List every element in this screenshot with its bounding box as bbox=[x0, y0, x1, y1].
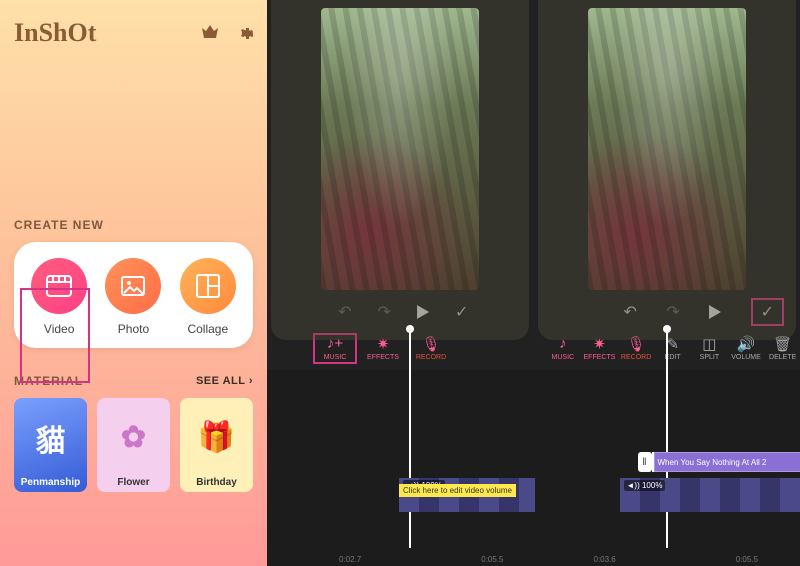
play-icon[interactable] bbox=[417, 305, 429, 319]
audio-clip-handle[interactable]: ‖ bbox=[638, 452, 652, 472]
create-collage-label: Collage bbox=[187, 322, 228, 336]
tool-effects[interactable]: ✷ EFFECTS bbox=[582, 336, 617, 361]
material-penmanship[interactable]: 貓 Penmanship bbox=[14, 398, 87, 492]
crown-icon[interactable] bbox=[201, 25, 219, 41]
playhead[interactable] bbox=[666, 328, 668, 548]
time-marks: 0:02.7 0:05.5 bbox=[339, 555, 504, 564]
tool-volume[interactable]: 🔊 VOLUME bbox=[729, 336, 764, 361]
volume-icon: 🔊 bbox=[737, 336, 756, 352]
check-icon[interactable]: ✓ bbox=[455, 302, 468, 322]
music-icon: ♪ bbox=[559, 336, 567, 352]
audio-clip[interactable]: When You Say Nothing At All 2 bbox=[652, 452, 800, 472]
undo-icon[interactable]: ↶ bbox=[338, 302, 351, 322]
collage-icon bbox=[180, 258, 236, 314]
tool-music[interactable]: ♪+ MUSIC bbox=[313, 333, 357, 364]
playhead[interactable] bbox=[409, 328, 411, 548]
tool-delete[interactable]: 🗑 DELETE bbox=[765, 336, 800, 361]
material-flower[interactable]: ✿ Flower bbox=[97, 398, 170, 492]
highlight-box-video bbox=[20, 288, 90, 383]
tool-record[interactable]: 🎙 RECORD bbox=[409, 336, 453, 361]
create-collage-button[interactable]: Collage bbox=[173, 258, 243, 336]
create-photo-button[interactable]: Photo bbox=[98, 258, 168, 336]
effects-icon: ✷ bbox=[593, 336, 606, 352]
video-preview-left[interactable] bbox=[321, 8, 479, 290]
create-new-title: CREATE NEW bbox=[14, 218, 253, 232]
volume-hint-tooltip: Click here to edit video volume bbox=[399, 484, 516, 497]
tool-record[interactable]: 🎙 RECORD bbox=[619, 336, 654, 361]
undo-icon[interactable]: ↶ bbox=[624, 302, 637, 322]
split-icon: ◫ bbox=[702, 336, 716, 352]
time-marks: 0:03.6 0:05.5 bbox=[594, 555, 759, 564]
pencil-icon: ✎ bbox=[666, 336, 679, 352]
mic-icon: 🎙 bbox=[421, 336, 440, 352]
tool-split[interactable]: ◫ SPLIT bbox=[692, 336, 727, 361]
volume-badge: ◄)) 100% bbox=[624, 480, 666, 491]
preview-row bbox=[267, 0, 800, 298]
transport-row: ↶ ↷ ✓ ↶ ↷ ✓ bbox=[267, 298, 800, 326]
video-clip[interactable]: ◄)) 100% bbox=[620, 478, 800, 512]
redo-icon[interactable]: ↷ bbox=[378, 302, 391, 322]
material-label: Birthday bbox=[196, 477, 237, 488]
confirm-check-icon[interactable]: ✓ bbox=[751, 298, 784, 326]
birthday-glyph: 🎁 bbox=[198, 398, 235, 477]
play-icon[interactable] bbox=[709, 305, 721, 319]
redo-icon[interactable]: ↷ bbox=[666, 302, 679, 322]
tools-row: ♪+ MUSIC ✷ EFFECTS 🎙 RECORD ♪ MUSIC ✷ EF… bbox=[267, 326, 800, 370]
trash-icon: 🗑 bbox=[773, 336, 792, 352]
create-photo-label: Photo bbox=[118, 322, 149, 336]
material-birthday[interactable]: 🎁 Birthday bbox=[180, 398, 253, 492]
video-preview-right[interactable] bbox=[588, 8, 746, 290]
see-all-button[interactable]: SEE ALL › bbox=[196, 375, 253, 387]
sidebar: InShOt CREATE NEW Video Photo bbox=[0, 0, 267, 566]
photo-icon bbox=[105, 258, 161, 314]
flower-glyph: ✿ bbox=[121, 398, 146, 477]
material-label: Flower bbox=[117, 477, 149, 488]
music-icon: ♪+ bbox=[327, 336, 343, 352]
editor-area: ↶ ↷ ✓ ↶ ↷ ✓ ♪+ MUSIC ✷ EFFECTS bbox=[267, 0, 800, 566]
tool-music[interactable]: ♪ MUSIC bbox=[546, 336, 581, 361]
tool-effects[interactable]: ✷ EFFECTS bbox=[361, 336, 405, 361]
gear-icon[interactable] bbox=[237, 25, 253, 41]
penmanship-glyph: 貓 bbox=[36, 398, 66, 477]
effects-icon: ✷ bbox=[377, 336, 390, 352]
material-label: Penmanship bbox=[21, 477, 80, 488]
app-logo: InShOt bbox=[14, 18, 96, 48]
mic-icon: 🎙 bbox=[627, 336, 646, 352]
timeline[interactable]: ◄)) 100% Click here to edit video volume… bbox=[267, 370, 800, 566]
tool-edit[interactable]: ✎ EDIT bbox=[655, 336, 690, 361]
